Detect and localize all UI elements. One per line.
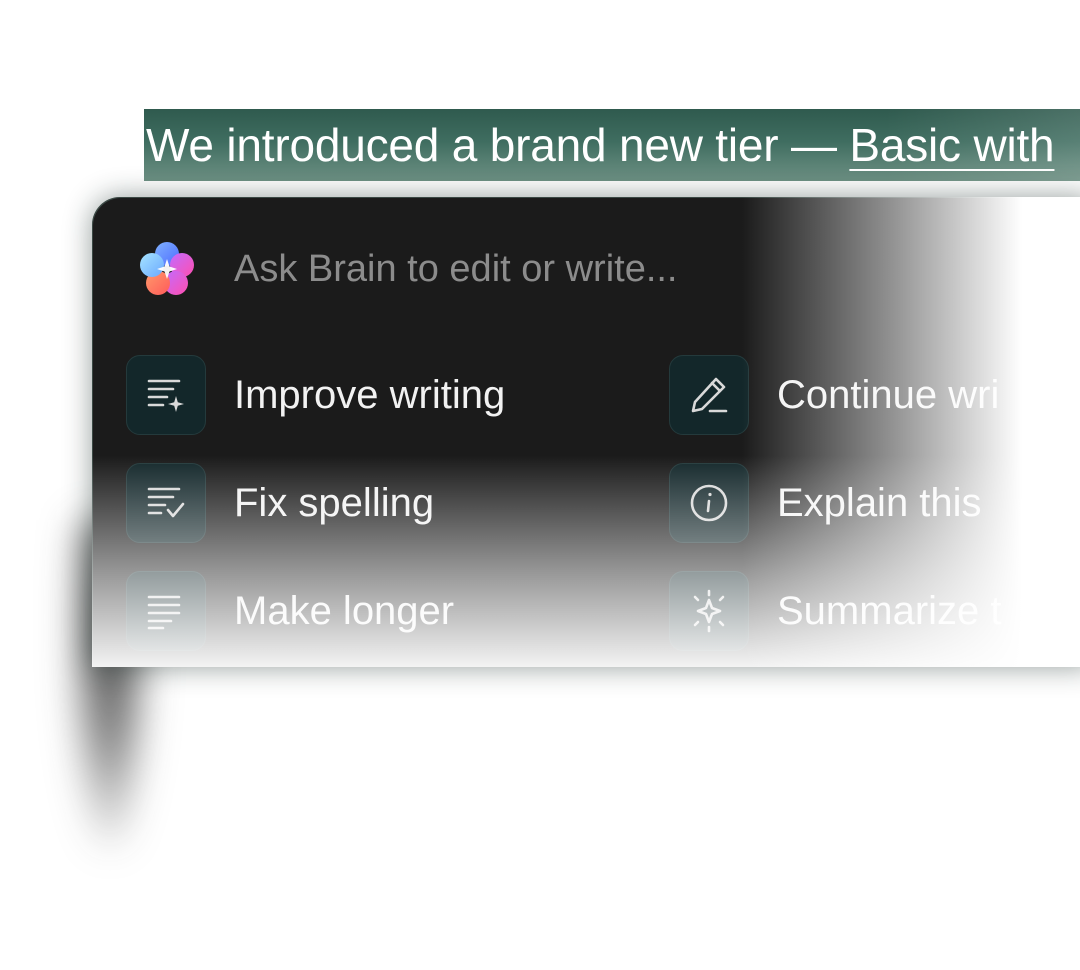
ask-brain-input[interactable]	[234, 247, 834, 291]
selected-text-line[interactable]: We introduced a brand new tier — Basic w…	[144, 109, 1080, 181]
action-label: Summarize t	[777, 588, 1002, 633]
selected-text-plain: We introduced a brand new tier —	[146, 119, 850, 171]
action-label: Explain this	[777, 480, 982, 525]
lines-icon	[126, 571, 206, 651]
selected-text: We introduced a brand new tier — Basic w…	[146, 119, 1055, 171]
improve-writing-icon	[126, 355, 206, 435]
action-label: Improve writing	[234, 372, 506, 417]
action-explain-this[interactable]: Explain this	[669, 461, 982, 545]
action-summarize[interactable]: Summarize t	[669, 569, 1002, 653]
brain-logo-icon	[138, 240, 196, 298]
action-label: Fix spelling	[234, 480, 435, 525]
info-icon	[669, 463, 749, 543]
action-make-longer[interactable]: Make longer	[126, 569, 454, 653]
spellcheck-icon	[126, 463, 206, 543]
sparkle-icon	[669, 571, 749, 651]
selected-text-link[interactable]: Basic with	[849, 119, 1054, 171]
action-label: Continue wri	[777, 372, 1000, 417]
action-continue-writing[interactable]: Continue wri	[669, 353, 999, 437]
action-label: Make longer	[234, 588, 455, 633]
ai-assistant-panel: Improve writing Continue wri	[92, 197, 1080, 667]
prompt-row	[138, 241, 834, 297]
pencil-icon	[669, 355, 749, 435]
editor-canvas: We introduced a brand new tier — Basic w…	[0, 0, 1080, 970]
action-fix-spelling[interactable]: Fix spelling	[126, 461, 434, 545]
action-improve-writing[interactable]: Improve writing	[126, 353, 505, 437]
